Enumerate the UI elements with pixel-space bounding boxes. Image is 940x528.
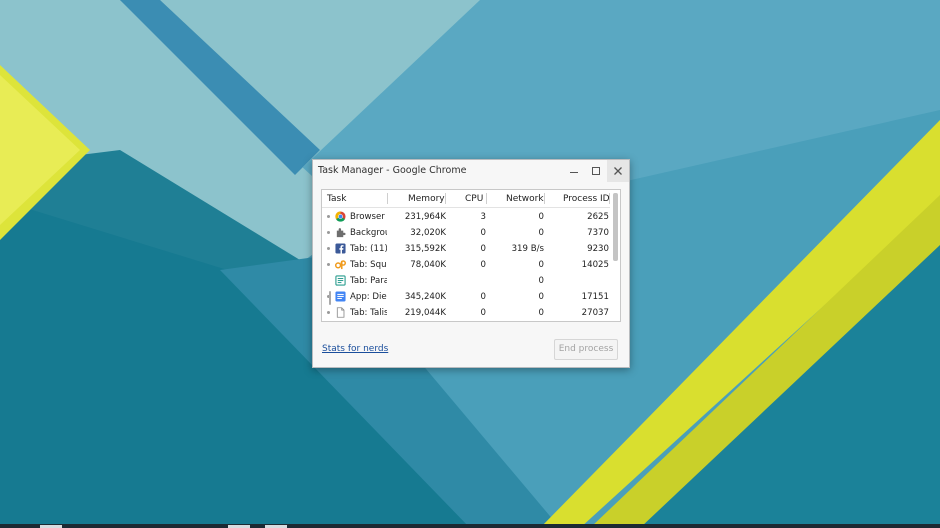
- row-bullet: [327, 247, 330, 250]
- title-bar[interactable]: Task Manager - Google Chrome: [313, 160, 629, 182]
- end-process-button[interactable]: End process: [554, 339, 618, 360]
- task-name: Tab: Squir: [350, 260, 387, 270]
- cp-logo-icon: [335, 260, 346, 270]
- column-header-cpu[interactable]: CPU: [465, 194, 483, 204]
- column-header-process-id[interactable]: Process ID: [563, 194, 610, 204]
- puzzle-extension-icon: [336, 228, 346, 238]
- cpu-value: 0: [480, 228, 486, 238]
- cpu-value: 0: [480, 260, 486, 270]
- process-id-value: 14025: [581, 260, 609, 270]
- cpu-value: 0: [480, 308, 486, 318]
- close-button[interactable]: [607, 160, 629, 182]
- facebook-icon: [335, 243, 346, 254]
- memory-value: 78,040K: [410, 260, 446, 270]
- task-name: Backgrou: [350, 228, 387, 238]
- network-value: 319 B/s: [511, 244, 544, 254]
- table-row[interactable]: Browser 231,964K 3 0 2625: [322, 209, 610, 225]
- close-icon: [614, 167, 622, 175]
- cpu-value: 3: [480, 212, 486, 222]
- table-row[interactable]: Tab: Talis 219,044K 0 0 27037: [322, 305, 610, 321]
- memory-value: 231,964K: [404, 212, 446, 222]
- task-name: Browser: [350, 212, 385, 222]
- table-row[interactable]: Tab: Squir 78,040K 0 0 14025: [322, 257, 610, 273]
- network-value: 0: [538, 228, 544, 238]
- column-divider[interactable]: [544, 193, 545, 204]
- stats-for-nerds-link[interactable]: Stats for nerds: [322, 344, 388, 354]
- task-name: App: Die S: [350, 292, 387, 302]
- network-value: 0: [538, 276, 544, 286]
- process-table: Task Memory CPU Network Process ID Brows…: [321, 189, 621, 322]
- memory-value: 345,240K: [404, 292, 446, 302]
- column-header-task[interactable]: Task: [327, 194, 346, 204]
- table-header: Task Memory CPU Network Process ID: [322, 190, 610, 208]
- network-value: 0: [538, 260, 544, 270]
- cpu-value: 0: [480, 244, 486, 254]
- process-id-value: 2625: [587, 212, 609, 222]
- table-row[interactable]: Backgrou 32,020K 0 0 7370: [322, 225, 610, 241]
- process-id-value: 17151: [581, 292, 609, 302]
- window-title: Task Manager - Google Chrome: [318, 165, 467, 176]
- column-divider[interactable]: [609, 193, 610, 204]
- row-bullet: [327, 311, 330, 314]
- document-app-icon: [335, 275, 346, 286]
- row-bullet: [327, 215, 330, 218]
- column-header-memory[interactable]: Memory: [408, 194, 445, 204]
- process-id-value: 7370: [587, 228, 609, 238]
- table-row[interactable]: Tab: (11) Z 315,592K 0 319 B/s 9230: [322, 241, 610, 257]
- column-divider[interactable]: [486, 193, 487, 204]
- docs-app-icon: [335, 291, 346, 302]
- row-group-indicator: [329, 291, 331, 305]
- chrome-icon: [335, 211, 346, 222]
- cpu-value: 0: [480, 292, 486, 302]
- minimize-icon: [570, 172, 578, 173]
- process-id-value: 9230: [587, 244, 609, 254]
- row-bullet: [327, 263, 330, 266]
- process-id-value: 27037: [581, 308, 609, 318]
- table-row[interactable]: App: Die S 345,240K 0 0 17151: [322, 289, 610, 305]
- memory-value: 315,592K: [404, 244, 446, 254]
- shelf: [0, 524, 940, 528]
- task-name: Tab: (11) Z: [350, 244, 387, 254]
- scrollbar-thumb[interactable]: [613, 193, 618, 261]
- memory-value: 32,020K: [410, 228, 446, 238]
- maximize-button[interactable]: [585, 160, 607, 182]
- row-bullet: [327, 231, 330, 234]
- table-row[interactable]: Tab: Parar 0: [322, 273, 610, 289]
- page-icon: [336, 307, 345, 318]
- column-divider[interactable]: [387, 193, 388, 204]
- memory-value: 219,044K: [404, 308, 446, 318]
- vertical-scrollbar[interactable]: [613, 191, 619, 320]
- network-value: 0: [538, 308, 544, 318]
- network-value: 0: [538, 292, 544, 302]
- network-value: 0: [538, 212, 544, 222]
- task-name: Tab: Talis: [350, 308, 387, 318]
- task-name: Tab: Parar: [350, 276, 387, 286]
- column-header-network[interactable]: Network: [506, 194, 544, 204]
- task-manager-window: Task Manager - Google Chrome Task Memory…: [312, 159, 630, 368]
- maximize-icon: [592, 167, 600, 175]
- minimize-button[interactable]: [563, 160, 585, 182]
- column-divider[interactable]: [445, 193, 446, 204]
